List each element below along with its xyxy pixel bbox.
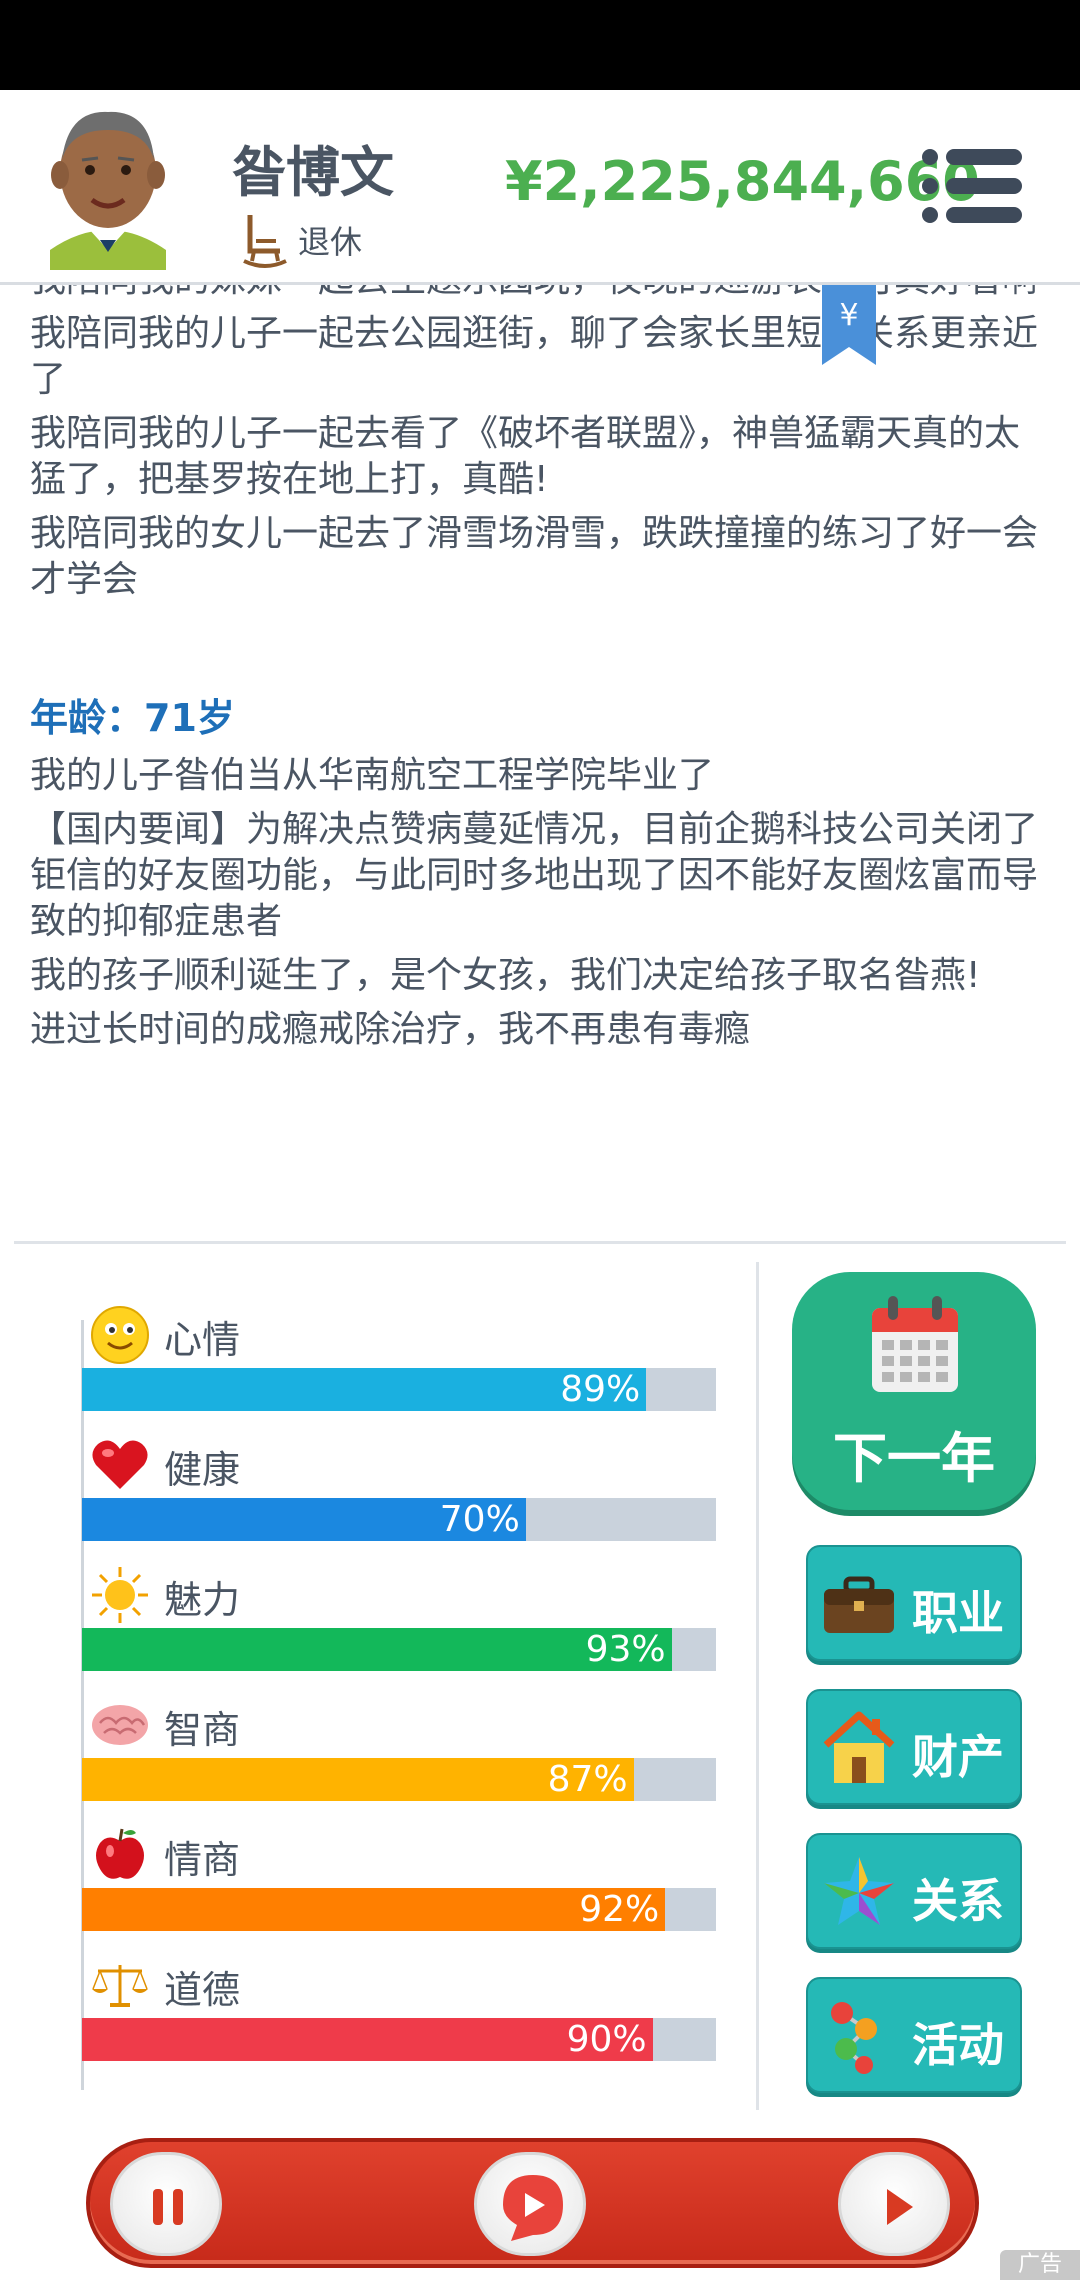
age-heading: 年龄：71岁 [30, 696, 235, 740]
career-label: 职业 [912, 1586, 1004, 1640]
play-icon [887, 2189, 913, 2225]
stat-bar-track: 70% [82, 1498, 716, 1541]
center-record-button[interactable] [474, 2152, 586, 2256]
activities-button[interactable]: 活动 [806, 1977, 1022, 2093]
briefcase-icon [824, 1576, 894, 1633]
stat-label: 心情 [164, 1318, 241, 1362]
relations-label: 关系 [912, 1874, 1004, 1928]
stat-bar-fill: 92% [82, 1888, 666, 1931]
stat-percent: 92% [579, 1889, 660, 1930]
stat-label: 魅力 [164, 1578, 241, 1622]
stat-charm: 魅力 93% [82, 1565, 716, 1695]
stat-iq: 智商 87% [82, 1695, 716, 1825]
calendar-icon [872, 1296, 958, 1392]
stat-mood: 心情 89% [82, 1305, 716, 1435]
panel-divider [756, 1262, 759, 2110]
log-entry: 我陪同我的儿子一起去公园逛街，聊了会家长里短，关系更亲近了 [30, 313, 1039, 400]
brain-icon [92, 1705, 148, 1745]
stat-bar-track: 89% [82, 1368, 716, 1411]
log-entry: 进过长时间的成瘾戒除治疗，我不再患有毒瘾 [30, 1009, 751, 1050]
scales-icon [92, 1965, 148, 2007]
career-button[interactable]: 职业 [806, 1545, 1022, 1661]
money-bookmark-icon[interactable]: ¥ [822, 285, 876, 365]
stat-percent: 93% [585, 1629, 666, 1670]
stat-percent: 87% [547, 1759, 628, 1800]
stat-bar-fill: 87% [82, 1758, 634, 1801]
activities-label: 活动 [912, 2018, 1004, 2072]
stat-bar-track: 87% [82, 1758, 716, 1801]
ad-badge[interactable]: 广告 [1000, 2250, 1080, 2280]
stat-label: 情商 [164, 1838, 241, 1882]
next-year-label: 下一年 [833, 1427, 995, 1490]
property-button[interactable]: 财产 [806, 1689, 1022, 1805]
log-entry: 我陪同我的女儿一起去了滑雪场滑雪，跌跌撞撞的练习了好一会才学会 [30, 513, 1039, 600]
stat-label: 智商 [164, 1708, 241, 1752]
log-entry: 我的孩子顺利诞生了，是个女孩，我们决定给孩子取名昝燕! [30, 955, 981, 996]
apple-icon [96, 1828, 144, 1879]
stat-bar-fill: 70% [82, 1498, 526, 1541]
stat-label: 道德 [164, 1968, 241, 2012]
stat-percent: 90% [566, 2019, 647, 2060]
avatar[interactable] [38, 100, 178, 270]
ad-label: 广告 [1017, 2252, 1062, 2277]
stat-bar-fill: 93% [82, 1628, 672, 1671]
system-status-bar [0, 0, 1080, 90]
money-balance: ¥2,225,844,660 [505, 150, 980, 213]
bookmark-symbol: ¥ [839, 298, 858, 333]
heart-icon [92, 1440, 148, 1489]
pause-icon [153, 2189, 183, 2225]
next-year-button[interactable]: 下一年 [792, 1272, 1036, 1510]
menu-icon[interactable] [920, 145, 1025, 227]
play-button[interactable] [838, 2152, 950, 2256]
play-badge-icon [503, 2175, 563, 2241]
relations-button[interactable]: 关系 [806, 1833, 1022, 1949]
sun-icon [92, 1567, 148, 1623]
section-divider [14, 1241, 1066, 1244]
event-log[interactable]: 我陪同我的妹妹一起去主题乐园玩，夜晚的巡游表演可真好看啊 我陪同我的儿子一起去公… [0, 285, 1080, 1240]
star-icon [824, 1857, 894, 1925]
smiley-icon [91, 1306, 149, 1364]
life-status: 退休 [242, 210, 362, 270]
log-entry: 我陪同我的儿子一起去看了《破坏者联盟》，神兽猛霸天真的太猛了，把基罗按在地上打，… [30, 413, 1021, 500]
stat-bar-fill: 89% [82, 1368, 647, 1411]
stat-percent: 70% [439, 1499, 520, 1540]
player-name: 昝博文 [232, 141, 394, 204]
stat-bar-track: 90% [82, 2018, 716, 2061]
stat-health: 健康 70% [82, 1435, 716, 1565]
stat-bar-fill: 90% [82, 2018, 653, 2061]
media-control-bar [86, 2138, 979, 2268]
activities-dots-icon [831, 2002, 877, 2074]
pause-button[interactable] [110, 2152, 222, 2256]
status-label: 退休 [298, 223, 363, 261]
stat-bar-track: 93% [82, 1628, 716, 1671]
stat-bar-track: 92% [82, 1888, 716, 1931]
log-entry: 我陪同我的妹妹一起去主题乐园玩，夜晚的巡游表演可真好看啊 [30, 285, 1040, 303]
property-label: 财产 [912, 1730, 1004, 1784]
rocking-chair-icon [243, 215, 287, 268]
stat-percent: 89% [560, 1369, 641, 1410]
house-icon [823, 1711, 895, 1783]
log-entry: 【国内要闻】为解决点赞病蔓延情况，目前企鹅科技公司关闭了钜信的好友圈功能，与此同… [30, 809, 1039, 942]
player-header: 昝博文 退休 ¥2,225,844,660 [0, 90, 1080, 285]
log-entry: 我的儿子昝伯当从华南航空工程学院毕业了 [30, 755, 715, 796]
stat-morality: 道德 90% [82, 1955, 716, 2085]
stat-label: 健康 [164, 1448, 241, 1492]
stat-eq: 情商 92% [82, 1825, 716, 1955]
